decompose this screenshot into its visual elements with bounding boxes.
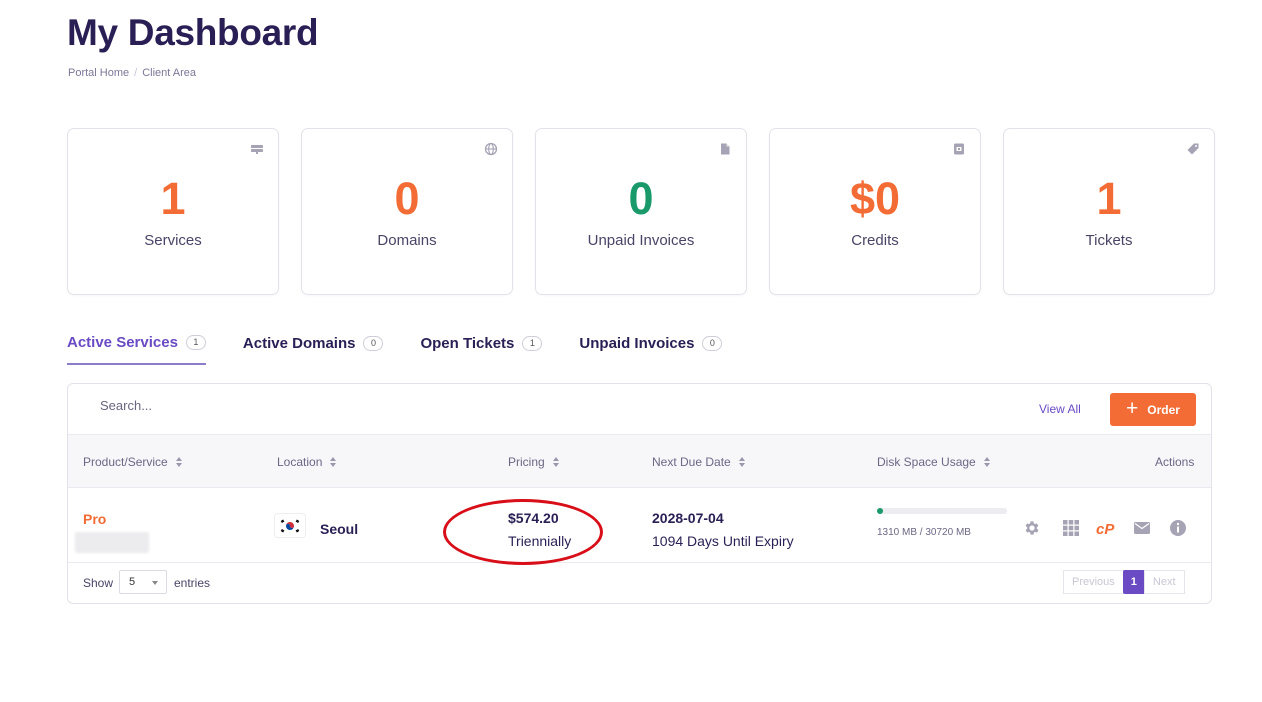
stat-card-credits[interactable]: $0 Credits bbox=[769, 128, 981, 295]
column-header-label: Next Due Date bbox=[652, 455, 731, 469]
breadcrumb-separator: / bbox=[134, 67, 138, 79]
tab-count-badge: 0 bbox=[363, 336, 384, 351]
stat-value: 1 bbox=[1096, 173, 1122, 224]
stat-label: Tickets bbox=[1085, 232, 1133, 249]
disk-usage-fill bbox=[877, 508, 883, 514]
stats-row: 1 Services 0 Domains 0 Unpaid Invoices $… bbox=[67, 128, 1215, 295]
globe-icon bbox=[484, 142, 498, 156]
entries-select-value: 5 bbox=[129, 576, 136, 588]
tab-open-tickets[interactable]: Open Tickets 1 bbox=[420, 334, 543, 365]
table-toolbar: View All + Order bbox=[68, 384, 1211, 435]
show-label: Show bbox=[83, 576, 114, 590]
next-page-button[interactable]: Next bbox=[1143, 570, 1185, 594]
next-due-date: 2028-07-04 bbox=[652, 510, 724, 526]
disk-usage-bar bbox=[877, 508, 1007, 514]
column-header-disk-space[interactable]: Disk Space Usage bbox=[877, 455, 990, 469]
wallet-icon bbox=[954, 143, 964, 155]
sort-icon bbox=[738, 457, 745, 467]
south-korea-flag-icon bbox=[275, 514, 305, 537]
page-1-button[interactable]: 1 bbox=[1122, 570, 1145, 594]
gear-icon[interactable] bbox=[1023, 519, 1041, 537]
column-header-next-due-date[interactable]: Next Due Date bbox=[652, 455, 745, 469]
page-title: My Dashboard bbox=[67, 12, 319, 53]
location-name: Seoul bbox=[320, 521, 359, 537]
column-header-product[interactable]: Product/Service bbox=[83, 455, 182, 469]
stat-label: Services bbox=[144, 232, 202, 249]
column-header-actions: Actions bbox=[1155, 455, 1194, 469]
days-until-expiry: 1094 Days Until Expiry bbox=[652, 533, 794, 549]
column-header-label: Pricing bbox=[508, 455, 545, 469]
stat-label: Domains bbox=[377, 232, 437, 249]
order-button-label: Order bbox=[1147, 402, 1180, 417]
tab-count-badge: 1 bbox=[522, 336, 543, 351]
red-circle-annotation bbox=[443, 499, 603, 565]
entries-label: entries bbox=[174, 576, 211, 590]
column-header-location[interactable]: Location bbox=[277, 455, 337, 469]
tab-label: Unpaid Invoices bbox=[579, 335, 695, 352]
tab-label: Active Services bbox=[67, 334, 178, 351]
stat-value: 1 bbox=[160, 173, 186, 224]
breadcrumb-portal-home[interactable]: Portal Home bbox=[68, 67, 129, 79]
services-panel: View All + Order Product/Service Locatio… bbox=[67, 383, 1212, 604]
stat-value: 0 bbox=[394, 173, 420, 224]
sort-icon bbox=[552, 457, 559, 467]
stat-card-tickets[interactable]: 1 Tickets bbox=[1003, 128, 1215, 295]
tab-count-badge: 1 bbox=[185, 335, 206, 350]
stat-card-domains[interactable]: 0 Domains bbox=[301, 128, 513, 295]
sort-icon bbox=[175, 457, 182, 467]
table-footer: Show 5 entries Previous 1 Next bbox=[68, 563, 1211, 603]
plus-icon: + bbox=[1126, 397, 1139, 420]
tab-label: Active Domains bbox=[242, 335, 356, 352]
chevron-down-icon bbox=[152, 581, 158, 585]
product-name-link[interactable]: Pro bbox=[83, 511, 106, 527]
pagination: Previous 1 Next bbox=[1063, 570, 1185, 594]
search-input[interactable] bbox=[100, 398, 400, 413]
breadcrumb-client-area: Client Area bbox=[142, 67, 197, 79]
stat-card-unpaid-invoices[interactable]: 0 Unpaid Invoices bbox=[535, 128, 747, 295]
column-header-label: Disk Space Usage bbox=[877, 455, 976, 469]
grid-icon[interactable] bbox=[1062, 519, 1080, 537]
sort-icon bbox=[983, 457, 990, 467]
sort-icon bbox=[330, 457, 337, 467]
product-domain-redacted bbox=[75, 532, 149, 553]
stat-label: Unpaid Invoices bbox=[587, 232, 695, 249]
tab-active-services[interactable]: Active Services 1 bbox=[67, 334, 206, 365]
stat-value: $0 bbox=[849, 173, 901, 224]
stat-value: 0 bbox=[628, 173, 654, 224]
column-header-pricing[interactable]: Pricing bbox=[508, 455, 559, 469]
entries-select[interactable]: 5 bbox=[119, 570, 167, 594]
info-icon[interactable] bbox=[1169, 519, 1187, 537]
disk-usage-text: 1310 MB / 30720 MB bbox=[877, 527, 971, 538]
tag-icon bbox=[1187, 143, 1199, 155]
stat-label: Credits bbox=[851, 232, 899, 249]
tab-active-domains[interactable]: Active Domains 0 bbox=[243, 334, 384, 365]
cpanel-icon[interactable]: cP bbox=[1095, 519, 1121, 537]
column-header-label: Location bbox=[277, 455, 323, 469]
order-button[interactable]: + Order bbox=[1110, 393, 1196, 426]
document-icon bbox=[721, 143, 730, 155]
tab-count-badge: 0 bbox=[702, 336, 723, 351]
tab-unpaid-invoices[interactable]: Unpaid Invoices 0 bbox=[579, 334, 723, 365]
table-row[interactable]: Pro Seoul $574.20 Triennially 2028-07-04… bbox=[68, 488, 1211, 565]
svg-text:cP: cP bbox=[1096, 521, 1115, 537]
view-all-link[interactable]: View All bbox=[1039, 402, 1081, 416]
table-header: Product/Service Location Pricing Next Du… bbox=[68, 435, 1211, 488]
stat-card-services[interactable]: 1 Services bbox=[67, 128, 279, 295]
server-icon bbox=[251, 145, 263, 154]
mail-icon[interactable] bbox=[1133, 519, 1151, 537]
column-header-label: Product/Service bbox=[83, 455, 168, 469]
breadcrumb: Portal Home / Client Area bbox=[68, 67, 196, 79]
tabs: Active Services 1 Active Domains 0 Open … bbox=[67, 334, 759, 365]
previous-page-button[interactable]: Previous bbox=[1063, 570, 1124, 594]
tab-label: Open Tickets bbox=[420, 335, 515, 352]
column-header-label: Actions bbox=[1155, 455, 1195, 469]
